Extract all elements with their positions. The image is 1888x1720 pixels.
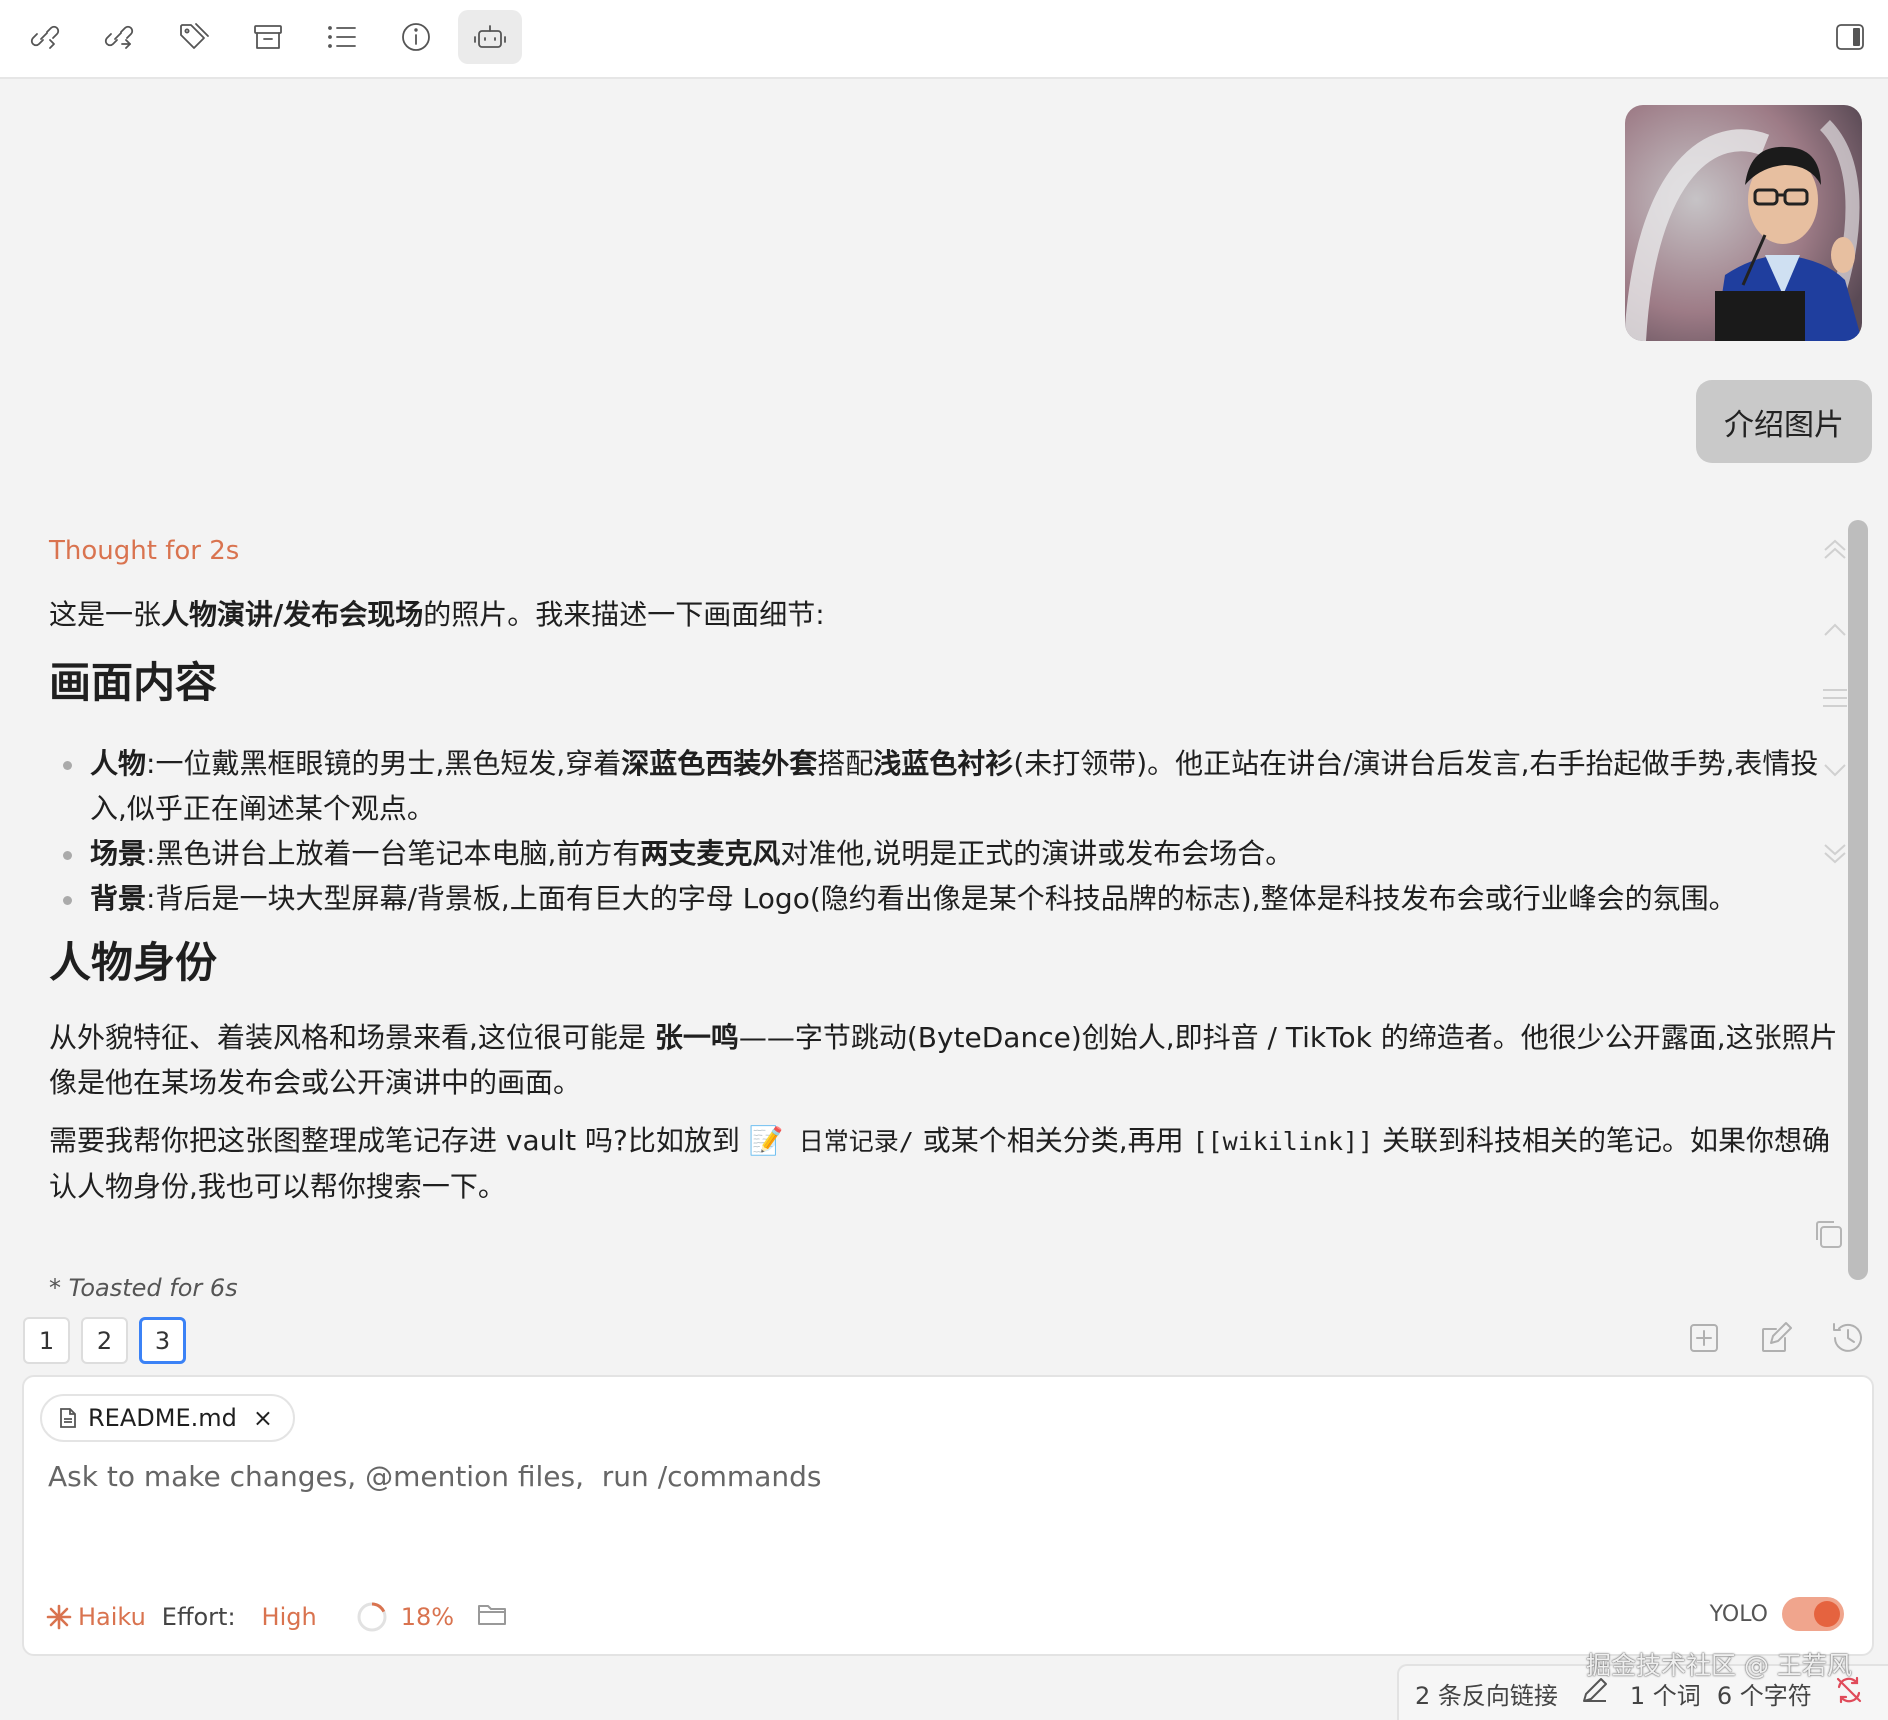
model-selector[interactable]: Haiku xyxy=(46,1603,146,1631)
chip-label: README.md xyxy=(88,1404,237,1432)
yolo-toggle[interactable] xyxy=(1782,1597,1844,1631)
file-icon xyxy=(60,1408,76,1428)
archive-icon[interactable] xyxy=(236,10,300,64)
user-message-bubble: 介绍图片 xyxy=(1696,380,1872,463)
intro-paragraph: 这是一张人物演讲/发布会现场的照片。我来描述一下画面细节: xyxy=(49,598,825,631)
backlinks-count[interactable]: 2 条反向链接 xyxy=(1415,1676,1558,1711)
tab-1[interactable]: 1 xyxy=(23,1317,70,1364)
folder-icon[interactable] xyxy=(476,1600,508,1634)
effort-selector[interactable]: High xyxy=(262,1603,317,1631)
detail-list: 人物:一位戴黑框眼镜的男士,黑色短发,穿着深蓝色西装外套搭配浅蓝色衬衫(未打领带… xyxy=(49,741,1839,921)
chat-input-panel: README.md × Haiku Effort: High 18% YOLO xyxy=(22,1375,1874,1656)
top-toolbar xyxy=(0,0,1888,79)
conversation-tabs: 1 2 3 xyxy=(23,1317,186,1364)
edit-icon[interactable] xyxy=(1757,1319,1795,1357)
thought-duration[interactable]: Thought for 2s xyxy=(49,536,239,566)
folder-path[interactable]: 日常记录/ xyxy=(784,1127,914,1156)
list-icon xyxy=(1823,689,1847,707)
toasted-duration: * Toasted for 6s xyxy=(49,1274,238,1302)
outline-icon[interactable] xyxy=(310,10,374,64)
close-icon[interactable]: × xyxy=(253,1404,273,1432)
yolo-label: YOLO xyxy=(1709,1601,1768,1627)
scroll-up-icon xyxy=(1824,623,1846,636)
watermark: 掘金技术社区 @ 王若风 xyxy=(1586,1651,1852,1680)
section-heading-identity: 人物身份 xyxy=(49,938,218,987)
link-out-icon[interactable] xyxy=(88,10,152,64)
scrollbar[interactable] xyxy=(1848,520,1868,1280)
link-in-icon[interactable] xyxy=(14,10,78,64)
claude-spark-icon xyxy=(46,1604,72,1630)
list-item: 人物:一位戴黑框眼镜的男士,黑色短发,穿着深蓝色西装外套搭配浅蓝色衬衫(未打领带… xyxy=(49,741,1839,831)
new-chat-icon[interactable] xyxy=(1685,1319,1723,1357)
input-footer: Haiku Effort: High 18% xyxy=(46,1597,508,1637)
tab-2[interactable]: 2 xyxy=(81,1317,128,1364)
context-file-chip[interactable]: README.md × xyxy=(40,1394,295,1442)
memo-icon: 📝 xyxy=(748,1124,784,1157)
scroll-down-icon xyxy=(1824,764,1846,777)
tab-3[interactable]: 3 xyxy=(139,1317,186,1364)
chat-input[interactable] xyxy=(46,1459,1750,1494)
section-heading-content: 画面内容 xyxy=(49,658,218,707)
attached-photo[interactable] xyxy=(1625,105,1862,341)
copy-icon[interactable] xyxy=(1812,1218,1844,1250)
followup-paragraph: 需要我帮你把这张图整理成笔记存进 vault 吗?比如放到 📝 日常记录/ 或某… xyxy=(49,1124,1831,1203)
context-usage: 18% xyxy=(355,1600,454,1634)
yolo-control: YOLO xyxy=(1710,1597,1844,1631)
history-icon[interactable] xyxy=(1829,1319,1867,1357)
wikilink-code: [[wikilink]] xyxy=(1192,1127,1374,1156)
tags-icon[interactable] xyxy=(162,10,226,64)
list-item: 背景:背后是一块大型屏幕/背景板,上面有巨大的字母 Logo(隐约看出像是某个科… xyxy=(49,876,1839,921)
context-ring-icon xyxy=(357,1602,387,1632)
sidebar-toggle-icon[interactable] xyxy=(1818,10,1882,64)
effort-label: Effort: xyxy=(161,1603,236,1631)
assistant-response: 这是一张人物演讲/发布会现场的照片。我来描述一下画面细节: 画面内容 人物:一位… xyxy=(49,592,1839,1209)
list-item: 场景:黑色讲台上放着一台笔记本电脑,前方有两支麦克风对准他,说明是正式的演讲或发… xyxy=(49,831,1839,876)
bot-icon[interactable] xyxy=(458,10,522,64)
identity-paragraph: 从外貌特征、着装风格和场景来看,这位很可能是 张一鸣——字节跳动(ByteDan… xyxy=(49,1021,1838,1099)
scroll-top-icon xyxy=(1824,539,1846,559)
scroll-bottom-icon xyxy=(1824,844,1846,864)
info-icon[interactable] xyxy=(384,10,448,64)
